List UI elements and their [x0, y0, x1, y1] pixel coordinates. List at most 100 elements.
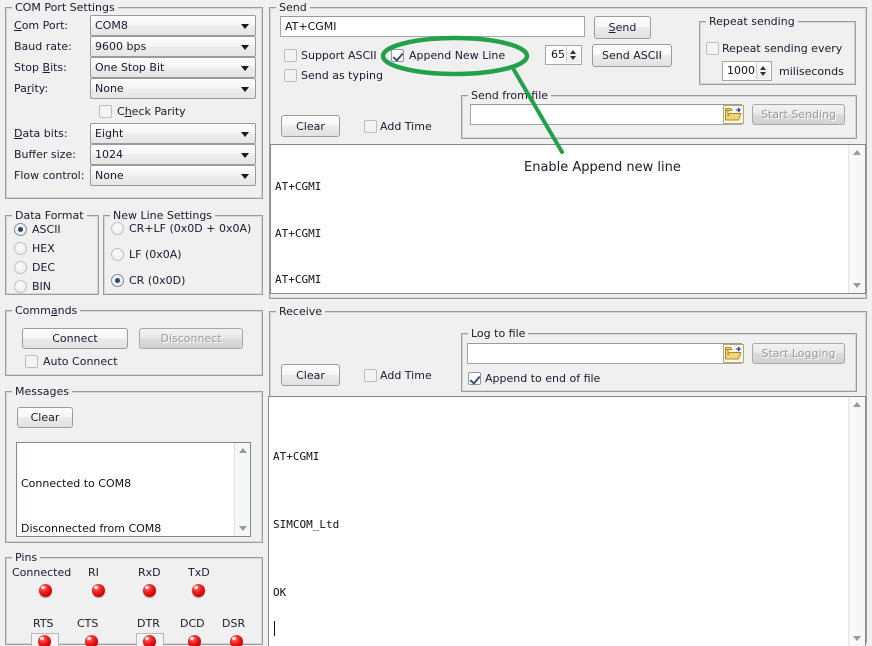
com-port-combo[interactable]: COM8: [90, 15, 256, 36]
log-to-file-browse-button[interactable]: [723, 344, 744, 363]
send-clear-button[interactable]: Clear: [281, 115, 340, 137]
new-line-radio-crlf[interactable]: [111, 222, 124, 235]
ascii-code-value: 65: [551, 46, 565, 64]
repeat-interval-unit-label: miliseconds: [779, 65, 844, 78]
open-folder-icon: [724, 106, 743, 123]
send-from-file-title: Send from file: [468, 89, 551, 102]
new-line-radio-lf[interactable]: [111, 248, 124, 261]
start-sending-button[interactable]: Start Sending: [752, 104, 845, 125]
pin-led-dtr[interactable]: [143, 635, 156, 646]
buffer-size-value: 1024: [95, 148, 123, 161]
start-logging-button[interactable]: Start Logging: [752, 343, 845, 364]
data-format-title: Data Format: [12, 209, 87, 222]
send-add-time-checkbox[interactable]: [364, 120, 377, 133]
data-format-label-bin: BIN: [32, 280, 51, 293]
serial-terminal-window: COM Port Settings Com Port: COM8 Baud ra…: [0, 0, 872, 646]
send-from-file-input[interactable]: [470, 104, 742, 125]
messages-log-box[interactable]: Connected to COM8 Disconnected from COM8: [16, 442, 251, 537]
scroll-up-button[interactable]: [849, 397, 865, 413]
chevron-down-icon: [241, 174, 249, 179]
pin-led-connected: [39, 584, 52, 597]
data-bits-label: Data bits:: [14, 127, 68, 140]
scroll-down-button[interactable]: [849, 630, 865, 646]
send-add-time-label: Add Time: [380, 120, 432, 133]
send-command-input[interactable]: AT+CGMI: [280, 16, 585, 37]
pin-led-dcd: [188, 635, 201, 646]
support-ascii-checkbox[interactable]: [284, 49, 297, 62]
stop-bits-value: One Stop Bit: [95, 61, 164, 74]
pin-led-txd: [192, 584, 205, 597]
stop-bits-combo[interactable]: One Stop Bit: [90, 57, 256, 78]
append-new-line-label: Append New Line: [409, 49, 505, 62]
triangle-down-icon: [853, 636, 861, 641]
pin-label-txd: TxD: [188, 566, 210, 579]
receive-log-line: SIMCOM_Ltd: [273, 514, 845, 537]
data-bits-combo[interactable]: Eight: [90, 123, 256, 144]
triangle-up-icon[interactable]: [760, 66, 766, 70]
flow-control-value: None: [95, 169, 124, 182]
chevron-down-icon: [241, 132, 249, 137]
data-format-radio-bin[interactable]: [14, 280, 27, 293]
auto-connect-checkbox[interactable]: [25, 355, 38, 368]
new-line-radio-cr[interactable]: [111, 274, 124, 287]
data-format-label-dec: DEC: [32, 261, 55, 274]
data-format-radio-dec[interactable]: [14, 261, 27, 274]
baud-rate-value: 9600 bps: [95, 40, 146, 53]
com-port-label: Com Port:: [14, 19, 68, 32]
disconnect-button[interactable]: Disconnect: [139, 328, 243, 349]
messages-title: Messages: [12, 385, 72, 398]
auto-connect-label: Auto Connect: [43, 355, 118, 368]
connect-button[interactable]: Connect: [22, 328, 128, 349]
new-line-settings-title: New Line Settings: [110, 209, 215, 222]
flow-control-combo[interactable]: None: [90, 165, 256, 186]
parity-label: Parity:: [14, 82, 48, 95]
append-new-line-checkbox[interactable]: [391, 49, 404, 62]
check-parity-checkbox[interactable]: [99, 105, 112, 118]
data-format-radio-hex[interactable]: [14, 242, 27, 255]
triangle-up-icon[interactable]: [570, 50, 576, 54]
receive-log-scrollbar[interactable]: [848, 397, 865, 646]
log-to-file-input[interactable]: [467, 343, 742, 364]
parity-combo[interactable]: None: [90, 78, 256, 99]
spinner-buttons[interactable]: [566, 47, 580, 63]
receive-log-box[interactable]: AT+CGMI SIMCOM_Ltd OK AT+CGMI SIMCOM_Ltd…: [268, 396, 866, 646]
receive-log-text: AT+CGMI SIMCOM_Ltd OK AT+CGMI SIMCOM_Ltd…: [273, 400, 845, 646]
send-log-line: AT+CGMI: [275, 179, 845, 195]
receive-log-line: AT+CGMI: [273, 446, 845, 469]
scroll-down-button[interactable]: [235, 521, 250, 536]
repeat-interval-spinner[interactable]: 1000: [722, 61, 772, 81]
send-button[interactable]: Send: [594, 16, 651, 39]
data-format-label-hex: HEX: [32, 242, 55, 255]
pin-label-connected: Connected: [12, 566, 71, 579]
repeat-sending-label: Repeat sending every: [722, 42, 842, 55]
triangle-down-icon[interactable]: [570, 56, 576, 60]
commands-title: Commands: [12, 304, 80, 317]
triangle-down-icon: [239, 526, 247, 531]
send-button-label: Send: [609, 21, 637, 34]
repeat-sending-checkbox[interactable]: [706, 42, 719, 55]
append-to-end-label: Append to end of file: [485, 372, 600, 385]
buffer-size-combo[interactable]: 1024: [90, 144, 256, 165]
pin-led-rts[interactable]: [38, 635, 51, 646]
baud-rate-combo[interactable]: 9600 bps: [90, 36, 256, 57]
receive-add-time-checkbox[interactable]: [364, 369, 377, 382]
annotation-text: Enable Append new line: [524, 160, 681, 175]
spinner-buttons[interactable]: [756, 63, 770, 79]
chevron-down-icon: [241, 87, 249, 92]
scroll-down-button[interactable]: [849, 277, 865, 293]
data-format-radio-ascii[interactable]: [14, 223, 27, 236]
scroll-up-button[interactable]: [849, 145, 865, 161]
stop-bits-label: Stop Bits:: [14, 61, 67, 74]
receive-clear-button[interactable]: Clear: [281, 364, 340, 386]
messages-scrollbar[interactable]: [234, 443, 250, 536]
append-to-end-checkbox[interactable]: [468, 372, 481, 385]
send-from-file-browse-button[interactable]: [723, 105, 744, 124]
ascii-code-spinner[interactable]: 65: [545, 45, 582, 65]
send-log-scrollbar[interactable]: [848, 145, 865, 293]
send-as-typing-checkbox[interactable]: [284, 69, 297, 82]
messages-clear-button[interactable]: Clear: [17, 407, 73, 428]
scroll-up-button[interactable]: [235, 443, 250, 458]
triangle-down-icon[interactable]: [760, 72, 766, 76]
parity-value: None: [95, 82, 124, 95]
send-ascii-button[interactable]: Send ASCII: [592, 44, 672, 67]
